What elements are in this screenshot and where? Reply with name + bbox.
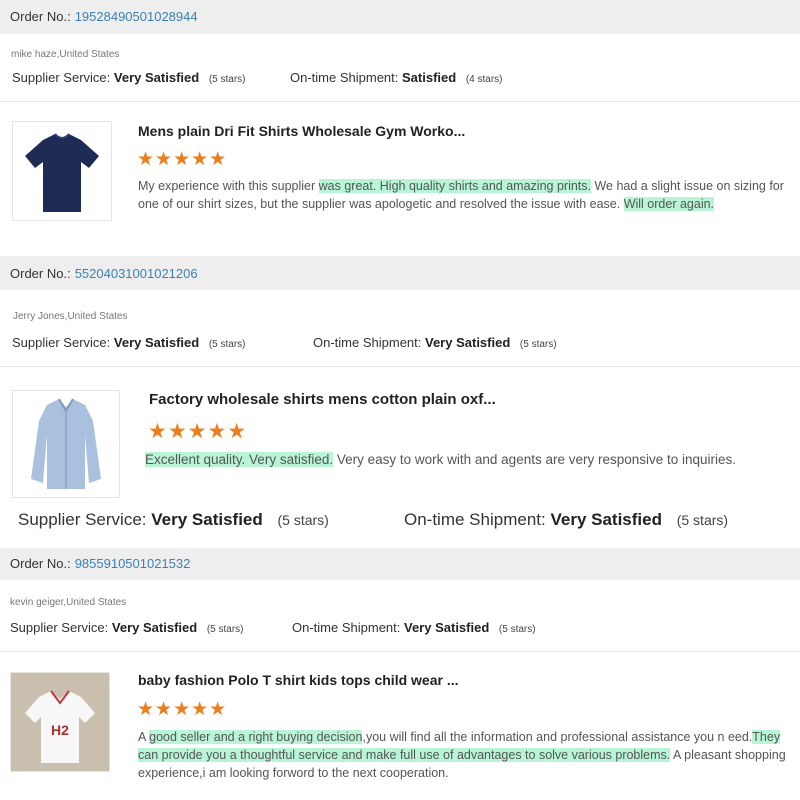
service-ratings-large: Supplier Service: Very Satisfied (5 star…: [18, 510, 329, 530]
shipment-value: Very Satisfied: [404, 620, 490, 635]
order-bar: Order No.: 9855910501021532: [0, 548, 800, 580]
rating-stars: ★★★★★: [148, 420, 248, 443]
order-label: Order No.:: [10, 556, 71, 571]
shipment-label: On-time Shipment:: [290, 70, 399, 85]
shipment-stars: (5 stars): [519, 339, 557, 350]
product-thumbnail[interactable]: [12, 390, 120, 498]
review-text: My experience with this supplier was gre…: [138, 179, 784, 211]
shipment-ratings: On-time Shipment: Satisfied (4 stars): [290, 70, 502, 85]
svg-text:H2: H2: [51, 722, 69, 738]
divider: [0, 366, 800, 367]
shipment-stars: (4 stars): [465, 74, 503, 85]
white-kids-polo-icon: H2: [11, 673, 109, 771]
reviewer-name: kevin geiger,United States: [10, 597, 127, 608]
shipment-stars: (5 stars): [676, 512, 729, 528]
shipment-label: On-time Shipment:: [404, 510, 546, 529]
order-label: Order No.:: [10, 266, 71, 281]
supplier-service-stars: (5 stars): [206, 624, 244, 635]
supplier-service-label: Supplier Service:: [10, 620, 109, 635]
shipment-label: On-time Shipment:: [292, 620, 401, 635]
supplier-service-value: Very Satisfied: [151, 510, 263, 529]
order-number-link[interactable]: 19528490501028944: [75, 9, 198, 24]
shipment-label: On-time Shipment:: [313, 335, 422, 350]
reviewer-name: Jerry Jones,United States: [13, 311, 128, 322]
supplier-service-stars: (5 stars): [208, 339, 246, 350]
navy-tshirt-icon: [25, 133, 99, 212]
supplier-service-label: Supplier Service:: [18, 510, 147, 529]
product-thumbnail[interactable]: H2: [10, 672, 110, 772]
shipment-value: Very Satisfied: [550, 510, 662, 529]
reviewer-name: mike haze,United States: [11, 49, 120, 60]
order-label: Order No.:: [10, 9, 71, 24]
service-ratings: Supplier Service: Very Satisfied (5 star…: [10, 620, 243, 635]
supplier-service-label: Supplier Service:: [12, 70, 111, 85]
order-bar: Order No.: 19528490501028944: [0, 0, 800, 34]
order-number-link[interactable]: 55204031001021206: [75, 266, 198, 281]
shipment-ratings: On-time Shipment: Very Satisfied (5 star…: [292, 620, 536, 635]
supplier-service-label: Supplier Service:: [12, 335, 111, 350]
product-title[interactable]: baby fashion Polo T shirt kids tops chil…: [138, 672, 459, 688]
review-text: Excellent quality. Very satisfied. Very …: [145, 452, 737, 467]
divider: [0, 651, 800, 652]
review-text: A good seller and a right buying decisio…: [138, 730, 786, 780]
blue-oxford-shirt-icon: [31, 398, 101, 489]
service-ratings: Supplier Service: Very Satisfied (5 star…: [12, 335, 245, 350]
rating-stars: ★★★★★: [137, 699, 228, 720]
supplier-service-value: Very Satisfied: [113, 335, 200, 350]
service-ratings: Supplier Service: Very Satisfied (5 star…: [12, 70, 245, 85]
shipment-ratings: On-time Shipment: Very Satisfied (5 star…: [313, 335, 557, 350]
shipment-stars: (5 stars): [498, 624, 536, 635]
rating-stars: ★★★★★: [137, 149, 228, 170]
supplier-service-stars: (5 stars): [277, 512, 329, 528]
divider: [0, 101, 800, 102]
supplier-service-value: Very Satisfied: [113, 70, 200, 85]
supplier-service-value: Very Satisfied: [111, 620, 198, 635]
product-thumbnail[interactable]: [12, 121, 112, 221]
shipment-value: Very Satisfied: [425, 335, 511, 350]
product-title[interactable]: Mens plain Dri Fit Shirts Wholesale Gym …: [138, 123, 465, 139]
product-title[interactable]: Factory wholesale shirts mens cotton pla…: [149, 391, 496, 408]
order-number-link[interactable]: 9855910501021532: [75, 556, 191, 571]
order-bar: Order No.: 55204031001021206: [0, 256, 800, 290]
shipment-ratings-large: On-time Shipment: Very Satisfied (5 star…: [404, 510, 728, 530]
supplier-service-stars: (5 stars): [208, 74, 246, 85]
shipment-value: Satisfied: [402, 70, 457, 85]
